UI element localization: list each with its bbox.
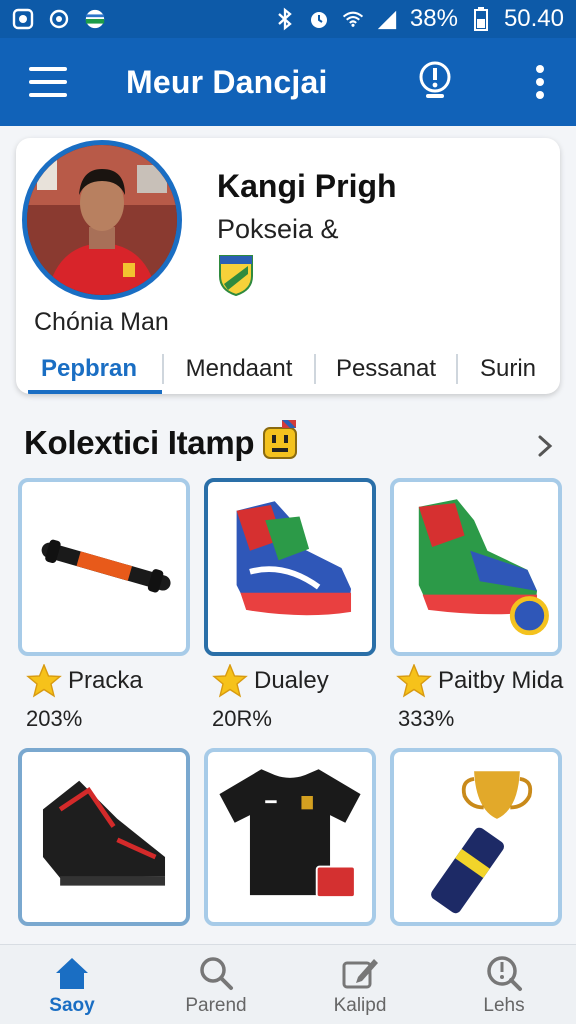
tab-pepbran[interactable]: Pepbran bbox=[16, 344, 162, 394]
battery-icon bbox=[470, 7, 492, 31]
flag-icon bbox=[84, 8, 106, 30]
avatar[interactable] bbox=[22, 140, 182, 300]
profile-subtitle: Pokseia & bbox=[217, 214, 339, 244]
clock: 50.40 bbox=[503, 5, 564, 32]
trophy-icon bbox=[431, 771, 533, 914]
home-icon bbox=[56, 957, 88, 989]
nav-search[interactable]: Parend bbox=[144, 945, 288, 1024]
jersey-icon bbox=[219, 769, 361, 899]
signal-icon bbox=[376, 8, 398, 30]
nav-home-label: Saoy bbox=[49, 994, 95, 1016]
more-vertical-icon bbox=[536, 65, 544, 99]
nav-info[interactable]: Lehs bbox=[432, 945, 576, 1024]
tab-mendaant[interactable]: Mendaant bbox=[164, 344, 314, 394]
app-bar: Meur Dancjai bbox=[0, 38, 576, 126]
section-title: Kolextici Itamp bbox=[24, 424, 255, 461]
item-caption: Dualey bbox=[212, 664, 329, 698]
sync-icon bbox=[48, 8, 70, 30]
item-name: Dualey bbox=[254, 667, 329, 694]
notification-button[interactable] bbox=[412, 58, 458, 104]
collection-item-tile[interactable] bbox=[390, 748, 562, 926]
more-options-button[interactable] bbox=[520, 58, 560, 106]
club-crest-icon bbox=[218, 254, 254, 297]
cleat-icon bbox=[42, 780, 166, 886]
alert-icon bbox=[419, 61, 451, 98]
item-value: 333% bbox=[398, 706, 455, 731]
status-bar: 38% 50.40 bbox=[0, 0, 576, 38]
item-name: Paitby Mida bbox=[438, 667, 564, 694]
menu-button[interactable] bbox=[0, 38, 96, 126]
nav-search-label: Parend bbox=[185, 994, 247, 1016]
collection-item-tile[interactable] bbox=[18, 478, 190, 656]
collection-item-tile[interactable] bbox=[390, 478, 562, 656]
edit-icon bbox=[342, 958, 378, 988]
sneaker-icon bbox=[236, 501, 352, 616]
item-caption: Paitby Mida bbox=[396, 664, 563, 698]
nav-info-label: Lehs bbox=[483, 994, 525, 1016]
nav-home[interactable]: Saoy bbox=[0, 945, 144, 1024]
info-search-icon bbox=[487, 955, 522, 991]
item-caption: Pracka bbox=[26, 664, 143, 698]
nav-edit[interactable]: Kalipd bbox=[288, 945, 432, 1024]
app-title: Meur Dancjai bbox=[126, 63, 328, 100]
hamburger-icon bbox=[29, 67, 67, 97]
boot-icon bbox=[418, 499, 549, 636]
search-icon bbox=[200, 956, 233, 990]
chevron-right-icon[interactable] bbox=[534, 434, 556, 458]
profile-card: Chónia Man Kangi Prigh Pokseia & Pepbran… bbox=[16, 138, 560, 394]
star-icon bbox=[396, 664, 432, 698]
tab-pessanat[interactable]: Pessanat bbox=[316, 344, 456, 394]
star-icon bbox=[212, 664, 248, 698]
nav-edit-label: Kalipd bbox=[333, 994, 387, 1016]
stamp-icon bbox=[262, 420, 298, 460]
collection-item-tile[interactable] bbox=[204, 478, 376, 656]
profile-tabs: Pepbran Mendaant Pessanat Surin bbox=[16, 344, 560, 394]
alarm-icon bbox=[308, 8, 330, 30]
avatar-caption: Chónia Man bbox=[34, 308, 169, 336]
battery-percent: 38% bbox=[409, 5, 458, 32]
collection-item-tile[interactable] bbox=[204, 748, 376, 926]
tab-surin[interactable]: Surin bbox=[458, 344, 558, 394]
screen-record-icon bbox=[12, 8, 34, 30]
item-value: 203% bbox=[26, 706, 83, 731]
bluetooth-icon bbox=[274, 7, 296, 31]
profile-name: Kangi Prigh bbox=[217, 168, 397, 204]
bottom-navigation: Saoy Parend Kalipd Lehs bbox=[0, 944, 576, 1024]
item-name: Pracka bbox=[68, 667, 143, 694]
item-value: 20R% bbox=[212, 706, 272, 731]
baton-icon bbox=[41, 539, 171, 593]
collection-item-tile[interactable] bbox=[18, 748, 190, 926]
star-icon bbox=[26, 664, 62, 698]
wifi-icon bbox=[342, 8, 364, 30]
